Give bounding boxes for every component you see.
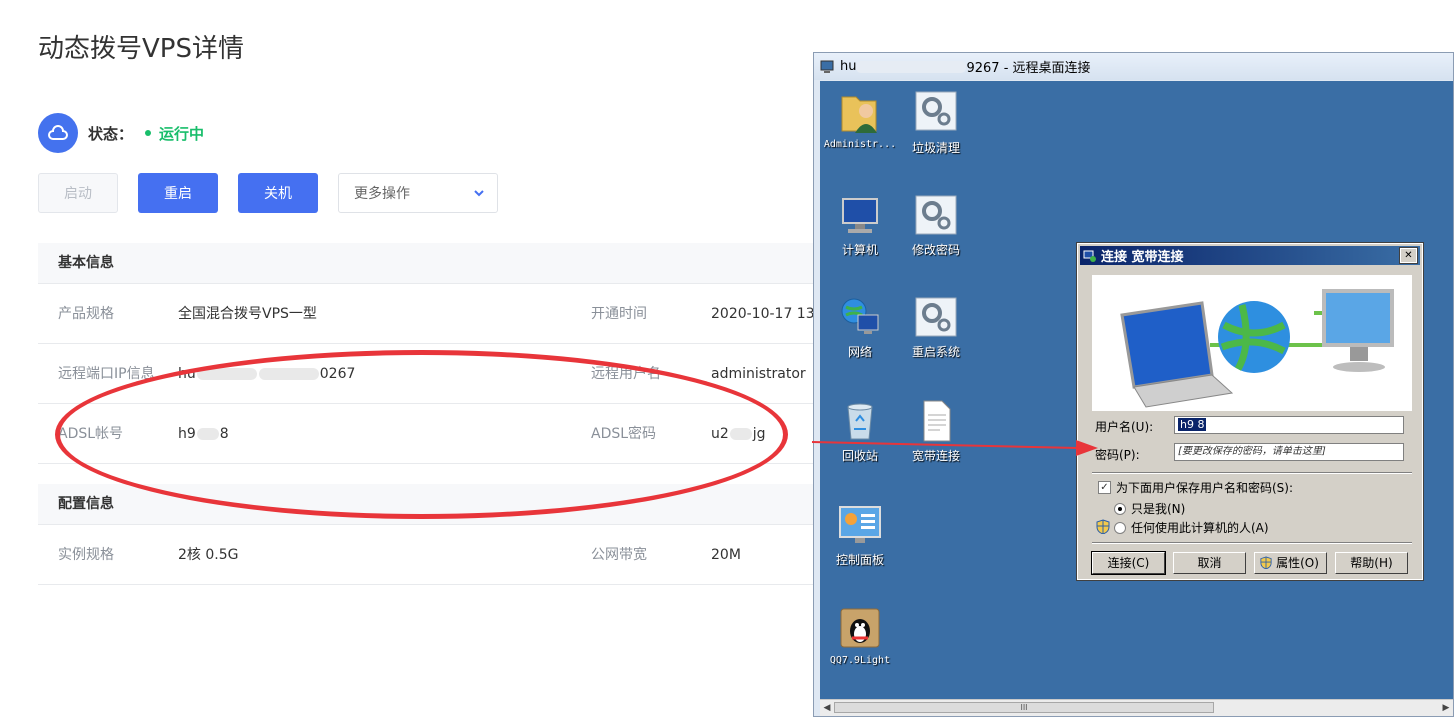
gear-tool-icon — [915, 297, 957, 337]
connect-button[interactable]: 连接(C) — [1091, 551, 1166, 575]
cancel-button[interactable]: 取消 — [1173, 552, 1246, 574]
more-actions-select[interactable]: 更多操作 — [338, 173, 498, 213]
instance-spec-label: 实例规格 — [58, 547, 114, 563]
control-panel-icon — [839, 506, 881, 543]
shield-icon — [1260, 556, 1272, 569]
desktop-icon-label: 控制面板 — [835, 553, 884, 567]
only-me-label: 只是我(N) — [1131, 502, 1186, 516]
desktop-icon-label: QQ7.9Light — [829, 655, 891, 666]
bandwidth-value: 20M — [711, 547, 741, 563]
desktop-icon-reboot[interactable]: 重启系统 — [896, 295, 976, 360]
scroll-thumb[interactable]: III — [834, 702, 1214, 713]
status-dot — [145, 130, 152, 136]
basic-info-heading: 基本信息 — [38, 243, 818, 284]
rdp-title-prefix: hu — [840, 59, 857, 74]
desktop-icon-network[interactable]: 网络 — [820, 295, 900, 360]
desktop-icon-label: Administr... — [823, 139, 897, 150]
scroll-left-icon[interactable]: ◀ — [820, 700, 834, 716]
save-credentials-checkbox[interactable]: ✓ — [1098, 481, 1111, 494]
more-actions-label: 更多操作 — [354, 186, 410, 202]
network-connection-icon — [1083, 250, 1096, 262]
desktop-icon-label: 重启系统 — [911, 345, 960, 359]
horizontal-scrollbar[interactable]: ◀ III ▶ — [820, 699, 1453, 716]
help-button[interactable]: 帮助(H) — [1335, 552, 1408, 574]
status-label: 状态： — [88, 124, 134, 143]
spec-label: 产品规格 — [58, 306, 114, 322]
desktop-icon-control-panel[interactable]: 控制面板 — [820, 503, 900, 568]
shield-icon — [1096, 519, 1110, 534]
desktop-icon-cleanup[interactable]: 垃圾清理 — [896, 89, 976, 156]
password-label: 密码(P): — [1095, 448, 1140, 462]
annotation-ellipse — [55, 350, 788, 519]
username-value: h9 8 — [1178, 418, 1207, 431]
info-row-instance: 实例规格 2核 0.5G 公网带宽 20M — [38, 525, 818, 585]
only-me-radio[interactable] — [1114, 503, 1126, 515]
page-title: 动态拨号VPS详情 — [38, 34, 244, 64]
rdp-titlebar[interactable]: hu 9267 - 远程桌面连接 — [814, 53, 1453, 80]
close-icon[interactable]: ✕ — [1399, 247, 1418, 264]
desktop-icon-label: 网络 — [847, 345, 872, 359]
laptop-globe-computer-icon — [1120, 289, 1394, 408]
start-button[interactable]: 启动 — [38, 173, 118, 213]
save-credentials-label: 为下面用户保存用户名和密码(S): — [1116, 481, 1294, 495]
network-globe-icon — [841, 298, 879, 334]
spec-value: 全国混合拨号VPS一型 — [178, 306, 317, 322]
desktop-icon-admin[interactable]: Administr... — [820, 89, 900, 150]
rdp-title-suffix: 9267 - 远程桌面连接 — [966, 61, 1091, 76]
desktop-icon-computer[interactable]: 计算机 — [820, 193, 900, 258]
open-time-value: 2020-10-17 13:5 — [711, 306, 829, 322]
instance-spec-value: 2核 0.5G — [178, 547, 239, 563]
info-row-spec: 产品规格 全国混合拨号VPS一型 开通时间 2020-10-17 13:5 — [38, 284, 828, 344]
gear-tool-icon — [915, 195, 957, 235]
separator — [1092, 542, 1412, 544]
username-label: 用户名(U): — [1095, 420, 1154, 434]
computer-icon — [842, 198, 878, 233]
separator — [1092, 472, 1412, 474]
remote-desktop-icon — [820, 60, 834, 73]
gear-tool-icon — [915, 91, 957, 131]
properties-button[interactable]: 属性(O) — [1254, 552, 1327, 574]
desktop-icon-qq[interactable]: QQ7.9Light — [820, 605, 900, 666]
qq-penguin-icon — [840, 608, 880, 648]
restart-button[interactable]: 重启 — [138, 173, 218, 213]
desktop-icon-label: 修改密码 — [911, 243, 960, 257]
redaction-blur — [856, 60, 967, 73]
dialog-titlebar[interactable]: 连接 宽带连接 ✕ — [1080, 246, 1420, 265]
password-input[interactable]: [要更改保存的密码，请单击这里] — [1174, 443, 1404, 461]
cloud-icon — [38, 113, 78, 153]
shutdown-button[interactable]: 关机 — [238, 173, 318, 213]
anyone-radio[interactable] — [1114, 522, 1126, 534]
connect-dialog[interactable]: 连接 宽带连接 ✕ 用户名(U): h9 8 密码(P): [要更改保存的密码，… — [1076, 242, 1424, 581]
chevron-down-icon — [474, 190, 484, 197]
desktop-icon-label: 垃圾清理 — [911, 141, 960, 155]
properties-label: 属性(O) — [1276, 556, 1319, 570]
annotation-arrow — [811, 440, 1098, 456]
status-row: 状态： 运行中 — [38, 113, 204, 153]
bandwidth-label: 公网带宽 — [591, 547, 647, 563]
open-time-label: 开通时间 — [591, 306, 647, 322]
desktop-icon-change-password[interactable]: 修改密码 — [896, 193, 976, 258]
desktop-icon-label: 计算机 — [841, 243, 878, 257]
scroll-right-icon[interactable]: ▶ — [1439, 700, 1453, 716]
anyone-label: 任何使用此计算机的人(A) — [1131, 521, 1269, 535]
connection-banner — [1092, 275, 1412, 411]
status-value: 运行中 — [159, 124, 205, 143]
dialog-title: 连接 宽带连接 — [1101, 250, 1184, 265]
user-folder-icon — [841, 96, 877, 133]
username-input[interactable]: h9 8 — [1174, 416, 1404, 434]
